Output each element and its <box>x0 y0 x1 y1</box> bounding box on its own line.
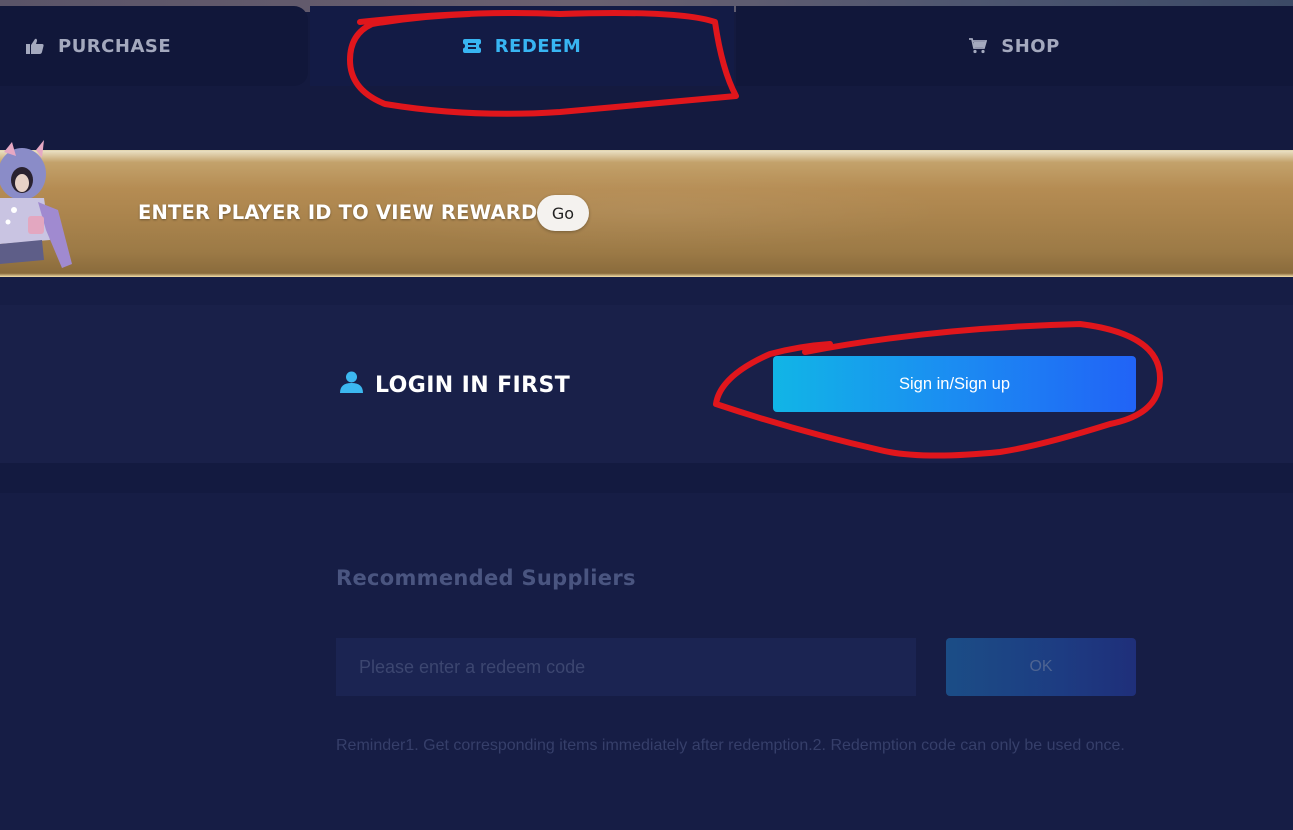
tab-purchase[interactable]: PURCHASE <box>0 6 308 86</box>
character-illustration <box>0 140 72 268</box>
banner-title: ENTER PLAYER ID TO VIEW REWARDS <box>138 201 552 224</box>
sign-in-sign-up-button[interactable]: Sign in/Sign up <box>773 356 1136 412</box>
go-button[interactable]: Go <box>537 195 589 231</box>
tab-redeem-label: REDEEM <box>494 35 582 57</box>
login-heading-label: LOGIN IN FIRST <box>375 372 571 398</box>
redeem-reminder-text: Reminder1. Get corresponding items immed… <box>336 737 1125 754</box>
recommended-suppliers-heading: Recommended Suppliers <box>336 566 636 590</box>
tab-shop-label: SHOP <box>1001 35 1060 57</box>
login-heading: LOGIN IN FIRST <box>340 370 570 400</box>
tab-redeem[interactable]: REDEEM <box>310 6 734 86</box>
tab-purchase-label: PURCHASE <box>58 35 172 57</box>
cart-icon <box>969 38 988 54</box>
ok-button[interactable]: OK <box>946 638 1136 696</box>
thumbs-up-icon <box>26 38 44 54</box>
user-icon <box>340 371 363 399</box>
ticket-icon <box>462 39 481 53</box>
section-divider <box>0 463 1293 493</box>
tab-shop[interactable]: SHOP <box>736 6 1293 86</box>
redeem-code-input[interactable] <box>336 638 916 696</box>
